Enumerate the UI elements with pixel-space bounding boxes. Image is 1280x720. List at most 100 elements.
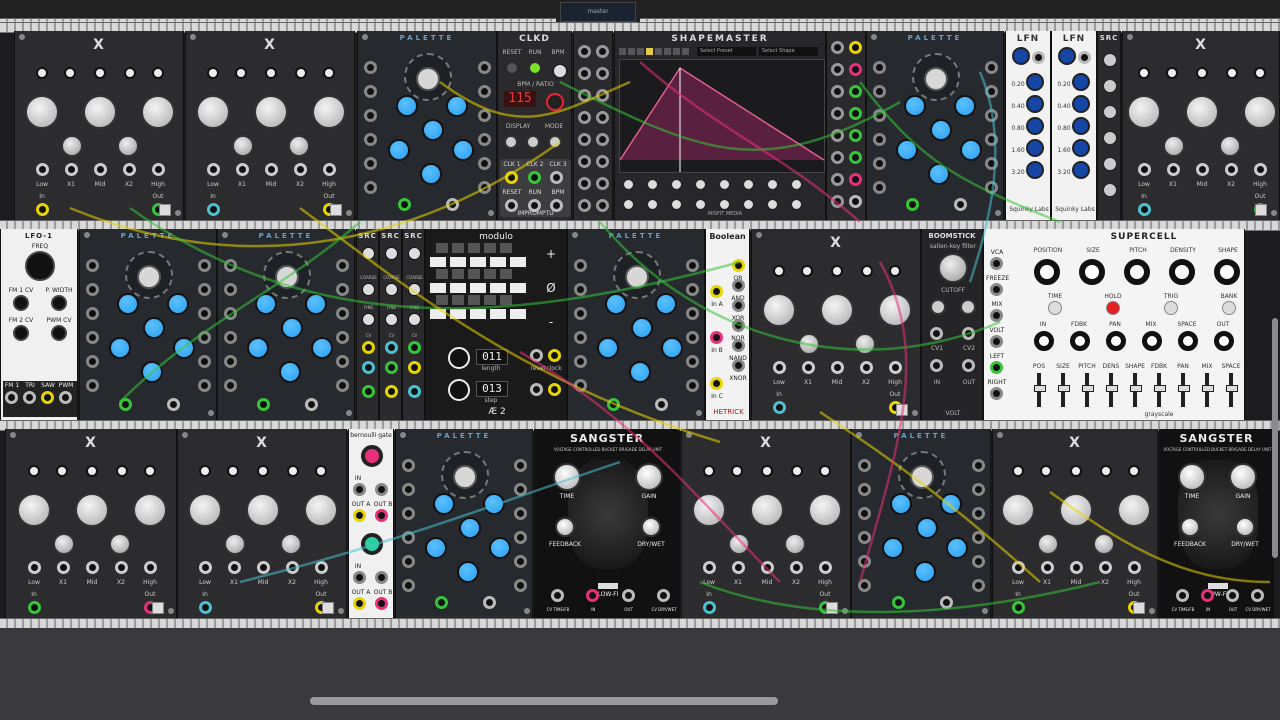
step-light[interactable]	[490, 309, 506, 319]
src-knob[interactable]	[408, 313, 421, 326]
gain-knob[interactable]	[133, 493, 167, 527]
row2-button[interactable]	[1048, 301, 1062, 315]
clock-jack[interactable]	[550, 171, 563, 184]
small-knob[interactable]	[1166, 67, 1178, 79]
lfn-knob[interactable]	[1058, 47, 1076, 65]
lfn-knob[interactable]	[1072, 95, 1090, 113]
side-jack[interactable]	[402, 531, 415, 544]
reset-jack[interactable]	[530, 349, 543, 362]
step-button[interactable]	[500, 295, 512, 305]
cv-jack[interactable]	[596, 133, 609, 146]
small-knob[interactable]	[1070, 465, 1082, 477]
cv-jack[interactable]	[94, 163, 107, 176]
run-button[interactable]	[530, 63, 540, 73]
channel-button[interactable]	[628, 48, 635, 55]
cv-jack[interactable]	[199, 561, 212, 574]
slider-handle[interactable]	[1082, 385, 1094, 392]
side-jack[interactable]	[336, 355, 349, 368]
small-knob[interactable]	[791, 465, 803, 477]
step-button[interactable]	[436, 243, 448, 253]
shape-param-knob[interactable]	[647, 179, 658, 190]
probability-knob[interactable]	[361, 533, 383, 555]
side-jack[interactable]	[364, 61, 377, 74]
cv-jack[interactable]	[578, 155, 591, 168]
step-button[interactable]	[468, 243, 480, 253]
side-jack[interactable]	[858, 579, 871, 592]
mode-button[interactable]	[416, 67, 440, 91]
side-jack[interactable]	[972, 507, 985, 520]
lfn-jack[interactable]	[1078, 51, 1091, 64]
small-knob[interactable]	[36, 67, 48, 79]
freq-knob[interactable]	[53, 533, 75, 555]
side-jack[interactable]	[336, 307, 349, 320]
small-knob[interactable]	[1100, 465, 1112, 477]
freq-knob[interactable]	[280, 533, 302, 555]
side-jack[interactable]	[364, 85, 377, 98]
mode-button[interactable]	[924, 67, 948, 91]
src-knob[interactable]	[385, 313, 398, 326]
cv-jack[interactable]	[1128, 561, 1141, 574]
pwidth-knob[interactable]	[51, 295, 67, 311]
small-knob[interactable]	[56, 465, 68, 477]
gain-knob[interactable]	[196, 95, 230, 129]
step-light[interactable]	[490, 257, 506, 267]
small-knob[interactable]	[761, 465, 773, 477]
shape-param-knob[interactable]	[623, 199, 634, 210]
slider-handle[interactable]	[1154, 385, 1166, 392]
side-jack[interactable]	[402, 483, 415, 496]
shape-display[interactable]	[619, 59, 825, 173]
step-light[interactable]	[450, 283, 466, 293]
side-jack[interactable]	[478, 85, 491, 98]
side-jack[interactable]	[686, 259, 699, 272]
freq-knob[interactable]	[288, 135, 310, 157]
shape-param-knob[interactable]	[671, 179, 682, 190]
freq-knob[interactable]	[1093, 533, 1115, 555]
op-jack[interactable]	[732, 319, 745, 332]
small-knob[interactable]	[731, 465, 743, 477]
src-jack[interactable]	[385, 341, 398, 354]
palette-knob[interactable]	[631, 317, 653, 339]
gain-knob[interactable]	[312, 95, 346, 129]
row3-knob[interactable]	[1142, 331, 1162, 351]
side-jack[interactable]	[478, 157, 491, 170]
cv-jack[interactable]	[152, 163, 165, 176]
gain-knob[interactable]	[1185, 95, 1219, 129]
step-light[interactable]	[510, 283, 526, 293]
lfn-knob[interactable]	[1072, 161, 1090, 179]
step-light[interactable]	[470, 257, 486, 267]
cv-jack[interactable]	[315, 561, 328, 574]
small-knob[interactable]	[1254, 67, 1266, 79]
step-light[interactable]	[510, 309, 526, 319]
side-jack[interactable]	[990, 361, 1003, 374]
side-jack[interactable]	[985, 133, 998, 146]
sangster-jack[interactable]	[586, 589, 600, 602]
palette-knob[interactable]	[605, 293, 627, 315]
main-knob[interactable]	[1079, 259, 1105, 285]
gain-knob[interactable]	[1001, 493, 1035, 527]
palette-knob[interactable]	[896, 139, 918, 161]
mode-button[interactable]	[275, 265, 299, 289]
cv-jack[interactable]	[236, 163, 249, 176]
palette-knob[interactable]	[388, 139, 410, 161]
cv-jack[interactable]	[596, 45, 609, 58]
small-knob[interactable]	[819, 465, 831, 477]
cv-jack[interactable]	[732, 561, 745, 574]
row2-button[interactable]	[1222, 301, 1236, 315]
small-knob[interactable]	[287, 465, 299, 477]
cv-jack[interactable]	[802, 361, 815, 374]
cv-jack[interactable]	[57, 561, 70, 574]
small-knob[interactable]	[889, 265, 901, 277]
sangster-jack[interactable]	[1226, 589, 1239, 602]
side-jack[interactable]	[478, 61, 491, 74]
palette-knob[interactable]	[143, 317, 165, 339]
side-jack[interactable]	[985, 157, 998, 170]
cv-jack[interactable]	[144, 561, 157, 574]
cv-jack[interactable]	[761, 561, 774, 574]
step-light[interactable]	[490, 283, 506, 293]
palette-knob[interactable]	[940, 493, 962, 515]
side-jack[interactable]	[364, 181, 377, 194]
horizontal-scrollbar[interactable]	[310, 697, 778, 705]
out-b-jack[interactable]	[375, 597, 388, 610]
cv-jack[interactable]	[286, 561, 299, 574]
cv-jack[interactable]	[831, 195, 844, 208]
